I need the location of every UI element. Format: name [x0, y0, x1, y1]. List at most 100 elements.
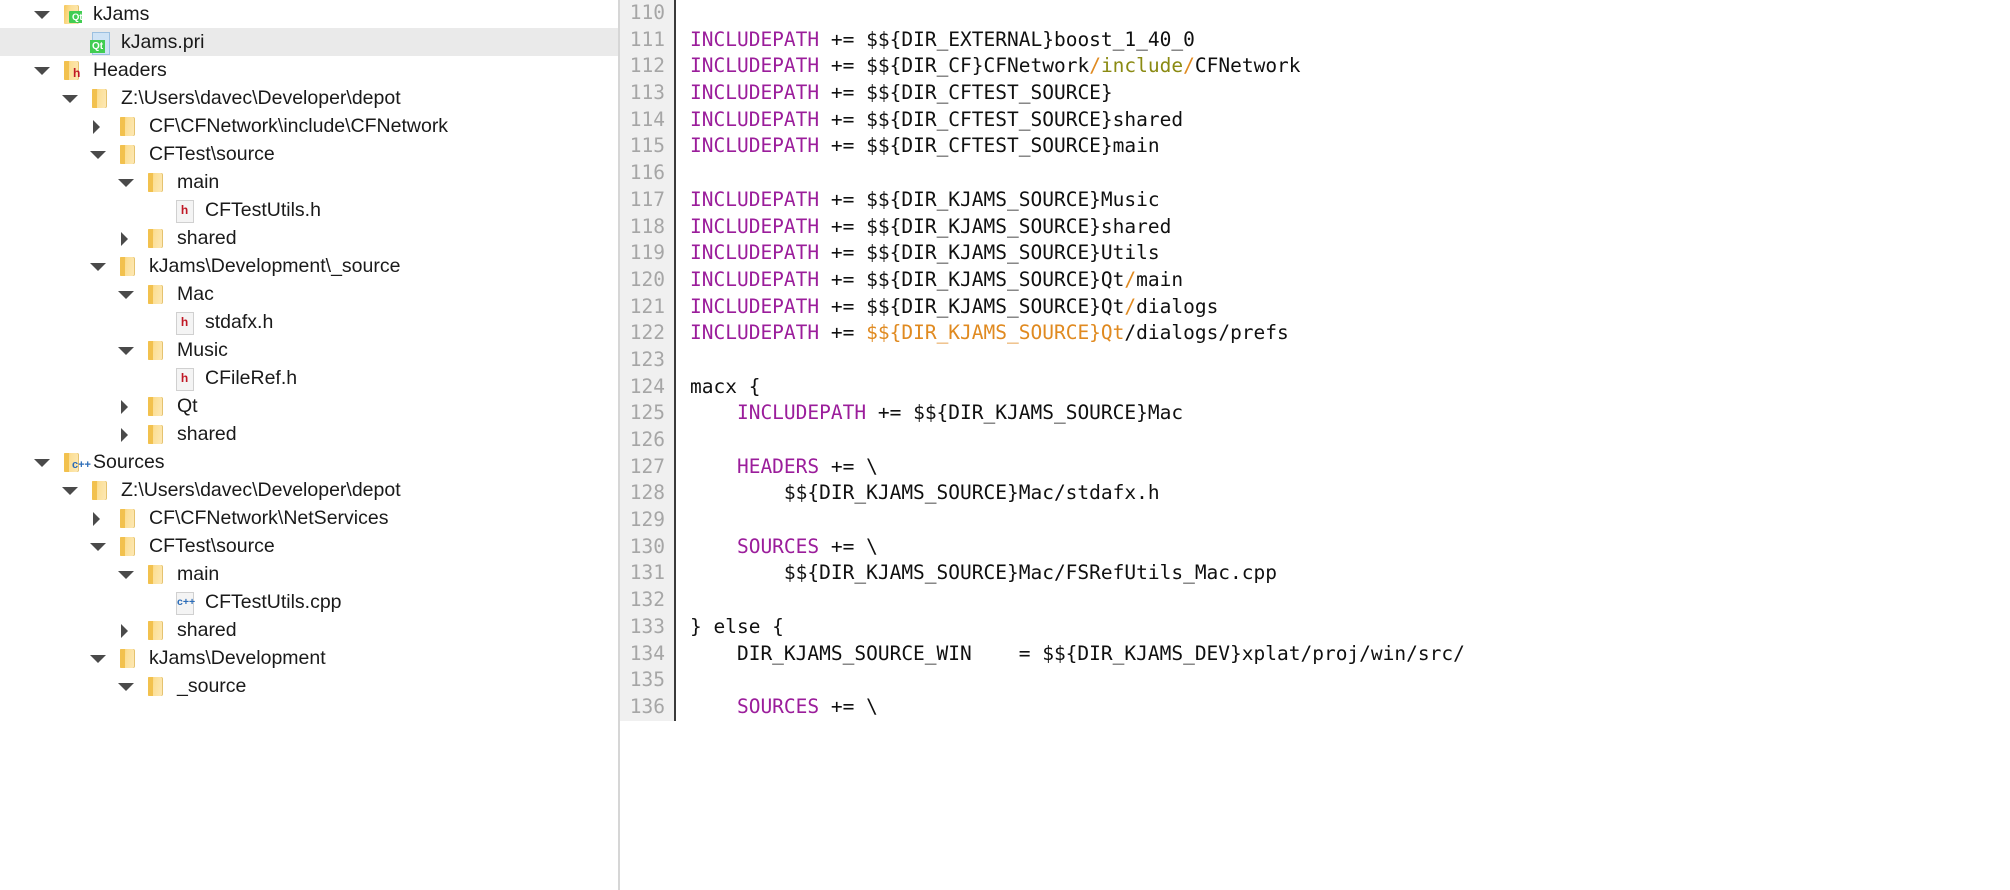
tree-item-cf-cfnetwork-include-cfnetwork[interactable]: CF\CFNetwork\include\CFNetwork: [0, 112, 618, 140]
code-editor-pane[interactable]: 110 111 INCLUDEPATH += $${DIR_EXTERNAL}boo…: [620, 0, 2010, 890]
tree-item-shared[interactable]: shared: [0, 420, 618, 448]
tree-item-mac[interactable]: Mac: [0, 280, 618, 308]
tree-item-headers[interactable]: h Headers: [0, 56, 618, 84]
chevron-right-icon[interactable]: [112, 420, 140, 448]
tree-item-kjams-pri[interactable]: Qt kJams.pri: [0, 28, 618, 56]
tree-item-label: CFTest\source: [149, 534, 275, 557]
code-line[interactable]: 127 HEADERS += \: [620, 453, 2010, 481]
chevron-down-icon[interactable]: [84, 140, 112, 168]
tree-item-cfileref-h[interactable]: h CFileRef.h: [0, 364, 618, 392]
line-number: 133: [620, 613, 676, 641]
chevron-right-icon[interactable]: [112, 224, 140, 252]
code-line[interactable]: 133 } else {: [620, 613, 2010, 641]
code-line[interactable]: 120 INCLUDEPATH += $${DIR_KJAMS_SOURCE}Qt…: [620, 266, 2010, 294]
tree-item-cf-cfnetwork-netservices[interactable]: CF\CFNetwork\NetServices: [0, 504, 618, 532]
chevron-right-icon[interactable]: [84, 504, 112, 532]
code-token: /: [1124, 267, 1137, 291]
tree-item-cftestutils-h[interactable]: h CFTestUtils.h: [0, 196, 618, 224]
code-line[interactable]: 135: [620, 667, 2010, 694]
chevron-down-icon[interactable]: [84, 252, 112, 280]
code-line[interactable]: 115 INCLUDEPATH += $${DIR_CFTEST_SOURCE}m…: [620, 133, 2010, 161]
chevron-right-icon[interactable]: [112, 616, 140, 644]
tree-item-shared[interactable]: shared: [0, 616, 618, 644]
code-line-text: macx {: [676, 374, 760, 401]
code-line[interactable]: 112 INCLUDEPATH += $${DIR_CF}CFNetwork/in…: [620, 53, 2010, 81]
tree-item-label: Headers: [93, 58, 167, 81]
tree-item-cftest-source[interactable]: CFTest\source: [0, 140, 618, 168]
tree-item-label: CF\CFNetwork\NetServices: [149, 506, 389, 529]
code-line[interactable]: 118 INCLUDEPATH += $${DIR_KJAMS_SOURCE}sh…: [620, 213, 2010, 241]
code-line[interactable]: 125 INCLUDEPATH += $${DIR_KJAMS_SOURCE}M…: [620, 400, 2010, 427]
code-line[interactable]: 124 macx {: [620, 373, 2010, 401]
chevron-down-icon[interactable]: [84, 532, 112, 560]
chevron-right-icon[interactable]: [112, 392, 140, 420]
tree-item-label: CFileRef.h: [205, 366, 298, 389]
code-line-text: [676, 160, 690, 187]
chevron-down-icon[interactable]: [112, 560, 140, 588]
chevron-down-icon[interactable]: [56, 476, 84, 504]
tree-item-label: kJams\Development\_source: [149, 254, 401, 277]
code-token: include: [1100, 54, 1184, 78]
project-tree-pane[interactable]: Qt kJams Qt kJams.pri h Headers Z:\Users\davec…: [0, 0, 618, 890]
tree-item-main[interactable]: main: [0, 560, 618, 588]
code-line[interactable]: 119 INCLUDEPATH += $${DIR_KJAMS_SOURCE}Ut…: [620, 240, 2010, 267]
code-line[interactable]: 130 SOURCES += \: [620, 533, 2010, 561]
chevron-down-icon[interactable]: [28, 56, 56, 84]
tree-item-stdafx-h[interactable]: h stdafx.h: [0, 308, 618, 336]
tree-item-main[interactable]: main: [0, 168, 618, 196]
chevron-down-icon[interactable]: [28, 448, 56, 476]
chevron-down-icon[interactable]: [56, 84, 84, 112]
code-line[interactable]: 123: [620, 346, 2010, 374]
code-line[interactable]: 122 INCLUDEPATH += $${DIR_KJAMS_SOURCE}Qt…: [620, 320, 2010, 347]
code-token: } else {: [690, 614, 784, 638]
folder-qt-icon: Qt: [56, 0, 86, 28]
folder-icon: [140, 672, 170, 700]
code-line[interactable]: 111 INCLUDEPATH += $${DIR_EXTERNAL}boost_…: [620, 26, 2010, 54]
tree-item-shared[interactable]: shared: [0, 224, 618, 252]
code-line[interactable]: 131 $${DIR_KJAMS_SOURCE}Mac/FSRefUtils_M…: [620, 560, 2010, 588]
code-line[interactable]: 128 $${DIR_KJAMS_SOURCE}Mac/stdafx.h: [620, 480, 2010, 508]
code-line[interactable]: 110: [620, 0, 2010, 27]
chevron-right-icon[interactable]: [84, 112, 112, 140]
tree-item-cftestutils-cpp[interactable]: c++ CFTestUtils.cpp: [0, 588, 618, 616]
chevron-down-icon[interactable]: [112, 168, 140, 196]
tree-item-qt[interactable]: Qt: [0, 392, 618, 420]
tree-item-z--users-davec-developer-depot[interactable]: Z:\Users\davec\Developer\depot: [0, 476, 618, 504]
folder-icon: [112, 140, 142, 168]
tree-item-kjams-development-_source[interactable]: kJams\Development\_source: [0, 252, 618, 280]
code-line-text: $${DIR_KJAMS_SOURCE}Mac/stdafx.h: [676, 480, 1160, 507]
folder-icon: [112, 644, 142, 672]
line-number: 125: [620, 400, 676, 427]
tree-item-cftest-source[interactable]: CFTest\source: [0, 532, 618, 560]
chevron-down-icon[interactable]: [112, 672, 140, 700]
code-line[interactable]: 129: [620, 507, 2010, 534]
chevron-down-icon[interactable]: [112, 336, 140, 364]
line-number: 135: [620, 667, 676, 694]
code-line[interactable]: 132: [620, 587, 2010, 614]
line-number: 128: [620, 480, 676, 508]
tree-item-z--users-davec-developer-depot[interactable]: Z:\Users\davec\Developer\depot: [0, 84, 618, 112]
tree-item-label: Mac: [177, 282, 214, 305]
icon-badge: h: [180, 203, 189, 217]
tree-item-label: kJams: [93, 2, 150, 25]
code-line[interactable]: 114 INCLUDEPATH += $${DIR_CFTEST_SOURCE}s…: [620, 106, 2010, 134]
tree-item-_source[interactable]: _source: [0, 672, 618, 700]
chevron-down-icon[interactable]: [112, 280, 140, 308]
tree-item-music[interactable]: Music: [0, 336, 618, 364]
folder-sources-icon: c++: [56, 448, 91, 476]
code-line[interactable]: 121 INCLUDEPATH += $${DIR_KJAMS_SOURCE}Qt…: [620, 293, 2010, 321]
code-line[interactable]: 126: [620, 427, 2010, 454]
code-line[interactable]: 134 DIR_KJAMS_SOURCE_WIN = $${DIR_KJAMS_…: [620, 640, 2010, 668]
code-line[interactable]: 117 INCLUDEPATH += $${DIR_KJAMS_SOURCE}Mu…: [620, 186, 2010, 214]
code-line[interactable]: 113 INCLUDEPATH += $${DIR_CFTEST_SOURCE}: [620, 80, 2010, 107]
tree-item-kjams[interactable]: Qt kJams: [0, 0, 618, 28]
chevron-down-icon[interactable]: [28, 0, 56, 28]
code-line[interactable]: 116: [620, 160, 2010, 187]
chevron-down-icon[interactable]: [84, 644, 112, 672]
tree-item-kjams-development[interactable]: kJams\Development: [0, 644, 618, 672]
code-line[interactable]: 136 SOURCES += \: [620, 693, 2010, 721]
tree-item-sources[interactable]: c++ Sources: [0, 448, 618, 476]
